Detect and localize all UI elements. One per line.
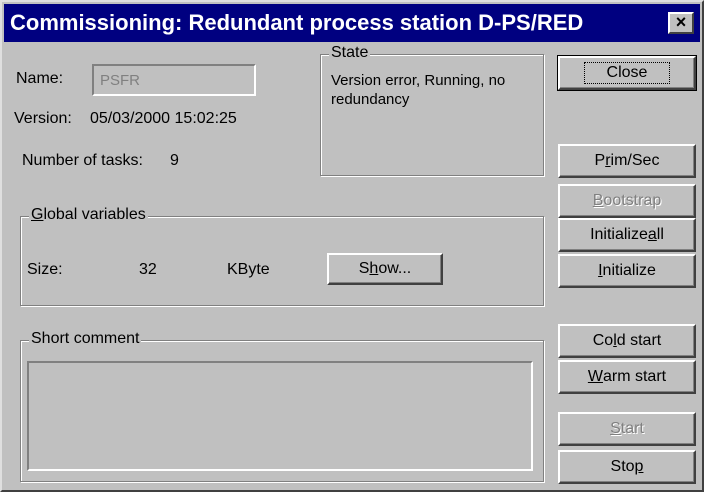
state-text: Version error, Running, no redundancy xyxy=(331,72,506,108)
global-variables-legend: Global variables xyxy=(29,206,148,224)
window-title: Commissioning: Redundant process station… xyxy=(10,10,584,35)
state-legend: State xyxy=(329,44,371,62)
initialize-button[interactable]: Initialize xyxy=(558,254,696,288)
version-value: 05/03/2000 15:02:25 xyxy=(90,110,237,127)
size-unit: KByte xyxy=(227,261,270,278)
close-button[interactable]: Close xyxy=(557,55,697,91)
name-field[interactable]: PSFR xyxy=(92,64,256,96)
size-value: 32 xyxy=(139,261,157,278)
title-bar[interactable]: Commissioning: Redundant process station… xyxy=(4,4,700,42)
state-group: State Version error, Running, no redunda… xyxy=(320,44,544,176)
short-comment-legend: Short comment xyxy=(29,330,142,348)
short-comment-field[interactable] xyxy=(27,361,533,471)
tasks-label: Number of tasks: xyxy=(22,152,143,169)
version-label: Version: xyxy=(14,110,72,127)
size-label: Size: xyxy=(27,261,63,278)
stop-button[interactable]: Sto p xyxy=(558,450,696,484)
tasks-value: 9 xyxy=(170,152,179,169)
name-label: Name: xyxy=(16,70,64,87)
cold-start-button[interactable]: Co l d start xyxy=(558,324,696,358)
initialize-all-button[interactable]: Initialize a ll xyxy=(558,218,696,252)
short-comment-group: Short comment xyxy=(20,330,544,482)
close-icon[interactable]: × xyxy=(668,12,694,34)
show-button[interactable]: Sh ow... xyxy=(327,253,443,285)
start-button[interactable]: Start xyxy=(558,412,696,446)
prim-sec-button[interactable]: Pr im/Sec xyxy=(558,144,696,178)
bootstrap-button[interactable]: Bootstrap xyxy=(558,184,696,218)
commissioning-dialog: Commissioning: Redundant process station… xyxy=(0,0,704,492)
global-variables-group: Global variables Size: 32 KByte Sh ow... xyxy=(20,206,544,306)
warm-start-button[interactable]: Warm start xyxy=(558,360,696,394)
